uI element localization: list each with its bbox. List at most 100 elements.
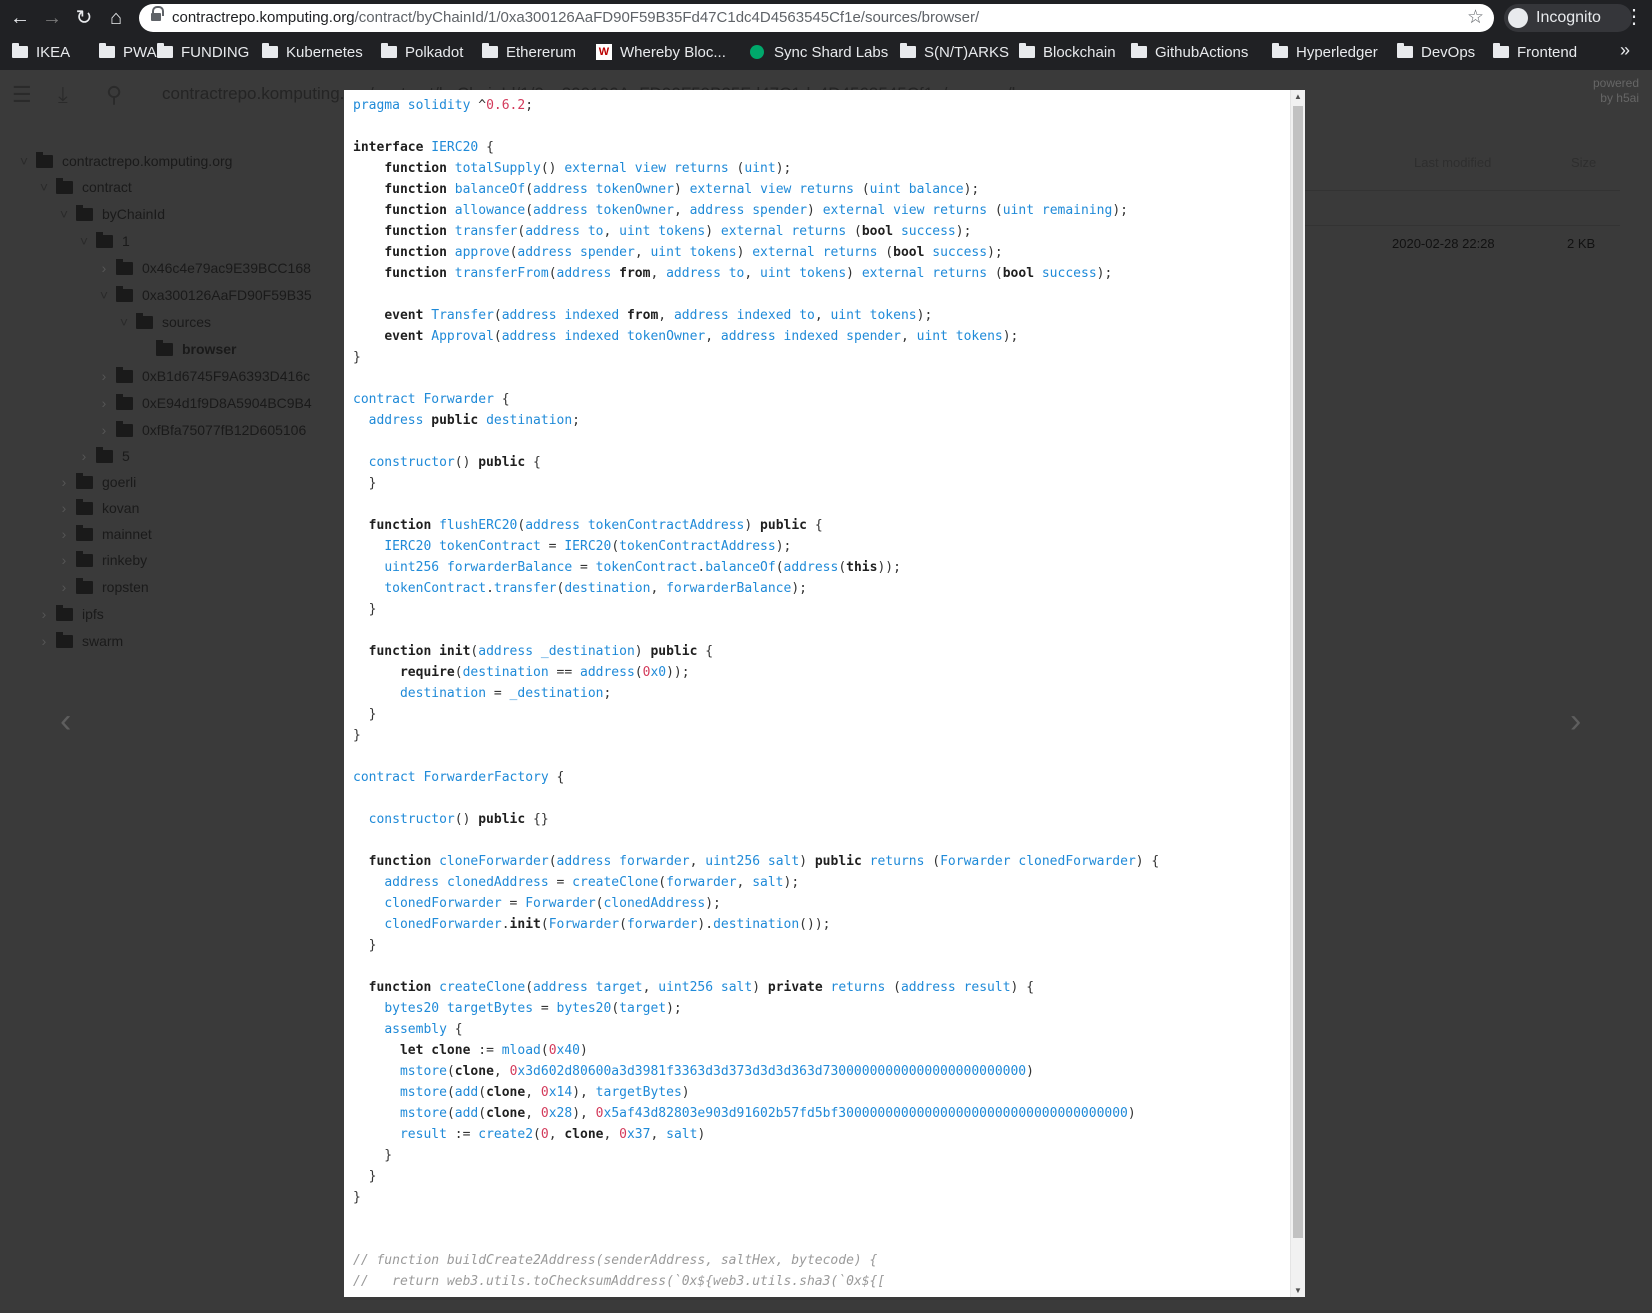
tree-item-label: kovan [102,500,140,516]
bookmark-item[interactable]: W Whereby Bloc... [596,42,726,62]
tree-item-label: 0xB1d6745F9A6393D416c [142,368,311,384]
chevron-right-icon[interactable]: › [38,633,50,649]
folder-icon [482,43,498,58]
chevron-right-icon[interactable]: › [58,526,70,542]
chevron-right-icon[interactable]: › [78,448,90,464]
bookmark-item[interactable]: S(N/T)ARKS [900,42,1009,62]
forward-icon[interactable]: → [40,6,64,30]
scrollbar[interactable]: ▲ ▼ [1290,90,1305,1297]
tree-item-label: browser [182,341,237,357]
chevron-right-icon[interactable]: › [58,500,70,516]
bookmark-item[interactable]: DevOps [1397,42,1475,62]
tree-item[interactable]: › ipfs [38,604,104,624]
folder-icon [157,43,173,58]
tree-item[interactable]: ˅ 1 [78,231,130,251]
bookmark-item[interactable]: Frontend [1493,42,1577,62]
more-bookmarks-icon[interactable]: » [1620,40,1630,61]
folder-icon [116,258,133,275]
code-preview[interactable]: pragma solidity ^0.6.2; interface IERC20… [344,90,1305,1297]
folder-icon [56,604,73,621]
code-line: function createClone(address target, uin… [368,980,1035,995]
tree-item[interactable]: › goerli [58,472,136,492]
chevron-down-icon[interactable]: ˅ [58,206,70,222]
folder-icon [12,43,28,58]
column-last-modified[interactable]: Last modified [1414,155,1491,170]
bookmark-item[interactable]: FUNDING [157,42,249,62]
tree-item[interactable]: ˅ 0xa300126AaFD90F59B35 [98,285,312,305]
browser-menu-icon[interactable]: ⋮ [1624,4,1644,29]
tree-item[interactable]: ˅ contractrepo.komputing.org [18,151,232,171]
chevron-down-icon[interactable]: ˅ [78,233,90,249]
tree-item[interactable]: › kovan [58,498,139,518]
chevron-right-icon[interactable]: › [38,606,50,622]
code-line: interface IERC20 { [353,140,494,155]
incognito-badge[interactable]: Incognito [1504,4,1632,32]
bookmark-item[interactable]: Hyperledger [1272,42,1378,62]
tree-item[interactable]: › swarm [38,631,123,651]
next-arrow-icon[interactable]: › [1570,702,1581,741]
address-bar[interactable]: contractrepo.komputing.org/contract/byCh… [139,4,1494,32]
chevron-down-icon[interactable]: ˅ [118,314,130,330]
bookmark-item[interactable]: Polkadot [381,42,463,62]
bookmark-item[interactable]: IKEA [12,42,70,62]
chevron-right-icon[interactable]: › [98,260,110,276]
bookmark-item[interactable]: Blockchain [1019,42,1116,62]
scroll-down-icon[interactable]: ▼ [1294,1286,1302,1295]
bookmark-item[interactable]: Sync Shard Labs [750,42,888,62]
folder-icon [76,577,93,594]
tree-item[interactable]: ˅ sources [118,312,211,332]
bookmark-item[interactable]: Kubernetes [262,42,363,62]
tree-item[interactable]: ˅ contract [38,177,132,197]
search-icon[interactable]: ⚲ [106,82,122,108]
tree-item[interactable]: browser [138,339,236,359]
menu-icon[interactable]: ☰ [12,82,32,108]
code-line: let clone := mload(0x40) [399,1043,588,1058]
folder-icon [262,43,278,58]
tree-item[interactable]: › ropsten [58,577,149,597]
tree-item[interactable]: › mainnet [58,524,152,544]
prev-arrow-icon[interactable]: ‹ [60,702,71,741]
code-line: event Transfer(address indexed from, add… [384,308,933,323]
back-icon[interactable]: ← [8,6,32,30]
folder-icon [96,446,113,463]
tree-item[interactable]: › 0xfBfa75077fB12D605106 [98,420,306,440]
download-icon[interactable]: ⤓ [58,82,68,108]
tree-item[interactable]: ˅ byChainId [58,204,165,224]
code-line: } [353,476,377,491]
column-size[interactable]: Size [1571,155,1596,170]
chevron-right-icon[interactable]: › [58,474,70,490]
tree-item-label: contractrepo.komputing.org [62,153,233,169]
chevron-right-icon[interactable]: › [58,579,70,595]
chevron-down-icon[interactable]: ˅ [18,153,30,169]
folder-icon [116,393,133,410]
tree-item[interactable]: › 0xE94d1f9D8A5904BC9B4 [98,393,312,413]
chevron-right-icon[interactable]: › [98,368,110,384]
bookmark-item[interactable]: PWA [99,42,157,62]
folder-icon [1397,43,1413,58]
scrollbar-thumb[interactable] [1293,106,1303,1238]
tree-item[interactable]: › 0xB1d6745F9A6393D416c [98,366,310,386]
home-icon[interactable]: ⌂ [104,6,128,30]
bookmark-item[interactable]: Ethererum [482,42,576,62]
chevron-right-icon[interactable]: › [98,395,110,411]
chevron-right-icon[interactable]: › [98,422,110,438]
chevron-down-icon[interactable]: ˅ [38,179,50,195]
bookmark-star-icon[interactable]: ☆ [1467,6,1484,29]
source-code: pragma solidity ^0.6.2; interface IERC20… [353,95,1288,1292]
reload-icon[interactable]: ↻ [72,6,96,30]
chevron-right-icon[interactable]: › [58,552,70,568]
tree-item[interactable]: › 5 [78,446,130,466]
url-text: contractrepo.komputing.org/contract/byCh… [172,9,980,26]
code-line: function flushERC20(address tokenContrac… [368,518,823,533]
code-line: function transfer(address to, uint token… [384,224,972,239]
tree-item[interactable]: › 0x46c4e79ac9E39BCC168 [98,258,311,278]
bookmark-item[interactable]: GithubActions [1131,42,1248,62]
chevron-down-icon[interactable]: ˅ [98,287,110,303]
scroll-up-icon[interactable]: ▲ [1294,92,1302,101]
tree-item[interactable]: › rinkeby [58,550,147,570]
code-line: contract Forwarder { [353,392,510,407]
